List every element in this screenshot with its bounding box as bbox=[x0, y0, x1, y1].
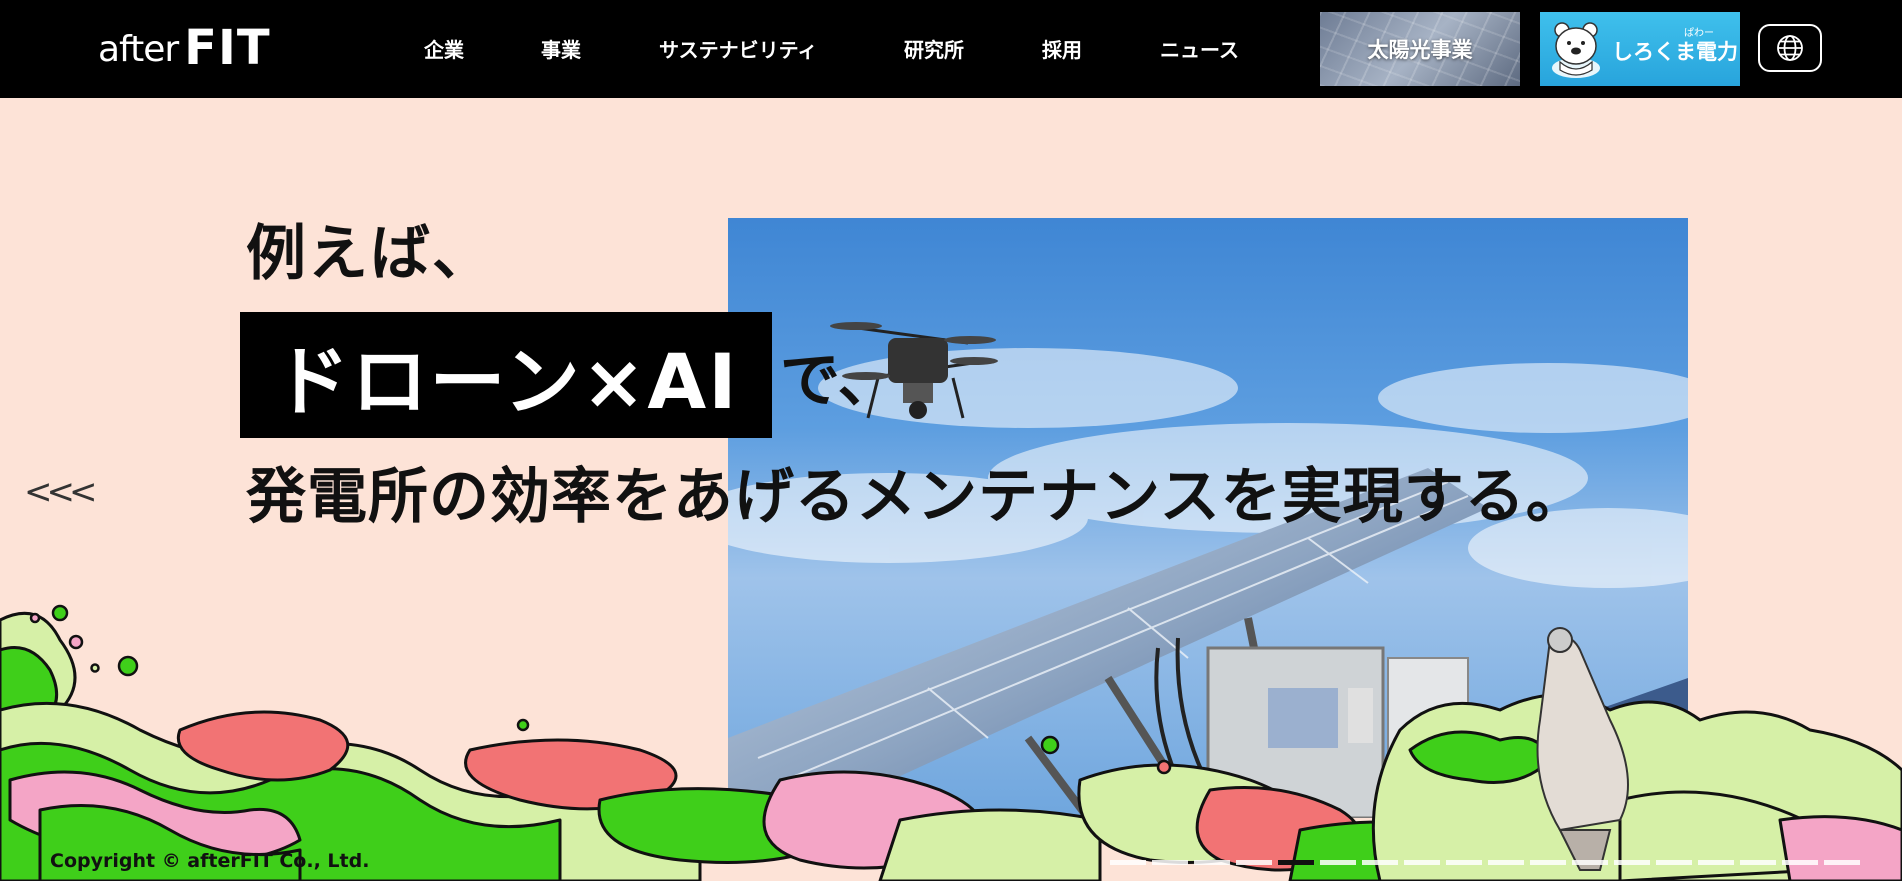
hero-heading-line1: 例えば、 bbox=[246, 219, 494, 289]
slider-indicator[interactable] bbox=[1824, 860, 1860, 865]
hero-heading-line2: ドローン×AI で、 bbox=[240, 312, 898, 438]
afterfit-logo[interactable]: after FIT bbox=[98, 22, 271, 72]
slider-indicator[interactable] bbox=[1110, 860, 1146, 865]
nav-item-business[interactable]: 事業 bbox=[541, 34, 581, 63]
nav-item-sustainability[interactable]: サステナビリティ bbox=[659, 34, 817, 63]
nav-item-news[interactable]: ニュース bbox=[1160, 34, 1239, 63]
hero-heading-line2-rest: で、 bbox=[780, 345, 898, 416]
slider-indicator[interactable] bbox=[1530, 860, 1566, 865]
nav-item-company[interactable]: 企業 bbox=[424, 34, 464, 63]
hero-heading-line3: 発電所の効率をあげるメンテナンスを実現する。 bbox=[246, 462, 1587, 532]
globe-icon bbox=[1777, 35, 1803, 61]
nav-item-recruit[interactable]: 採用 bbox=[1042, 34, 1082, 63]
language-button[interactable] bbox=[1758, 24, 1822, 72]
shirokuma-power-button[interactable]: ぱわー しろくま電力 bbox=[1540, 12, 1740, 86]
polar-bear-icon bbox=[1552, 22, 1600, 78]
site-header: after FIT 企業 事業 サステナビリティ 研究所 採用 ニュース 太陽光… bbox=[0, 0, 1902, 98]
slider-indicator[interactable] bbox=[1320, 860, 1356, 865]
slider-indicator[interactable] bbox=[1236, 860, 1272, 865]
nav-item-research[interactable]: 研究所 bbox=[904, 34, 964, 63]
slider-indicator[interactable] bbox=[1194, 860, 1230, 865]
logo-after-text: after bbox=[98, 29, 179, 70]
copyright-text: Copyright © afterFIT Co., Ltd. bbox=[50, 850, 370, 872]
slider-indicator[interactable] bbox=[1446, 860, 1482, 865]
slider-indicator[interactable] bbox=[1740, 860, 1776, 865]
slider-indicators bbox=[1110, 860, 1860, 866]
slider-indicator[interactable] bbox=[1362, 860, 1398, 865]
slider-indicator[interactable] bbox=[1614, 860, 1650, 865]
slider-indicator[interactable] bbox=[1656, 860, 1692, 865]
slider-indicator[interactable] bbox=[1698, 860, 1734, 865]
hero-highlight-drone-ai: ドローン×AI bbox=[240, 312, 772, 438]
slider-indicator[interactable] bbox=[1572, 860, 1608, 865]
slider-indicator[interactable] bbox=[1488, 860, 1524, 865]
shirokuma-power-label: しろくま電力 bbox=[1612, 40, 1738, 64]
solar-business-label: 太陽光事業 bbox=[1367, 38, 1473, 62]
slider-prev-arrow[interactable]: <<< bbox=[24, 472, 98, 512]
slider-indicator[interactable] bbox=[1278, 860, 1314, 865]
logo-fit-text: FIT bbox=[184, 20, 271, 76]
slider-indicator[interactable] bbox=[1152, 860, 1188, 865]
slider-indicator[interactable] bbox=[1782, 860, 1818, 865]
solar-business-button[interactable]: 太陽光事業 bbox=[1320, 12, 1520, 86]
slider-indicator[interactable] bbox=[1404, 860, 1440, 865]
